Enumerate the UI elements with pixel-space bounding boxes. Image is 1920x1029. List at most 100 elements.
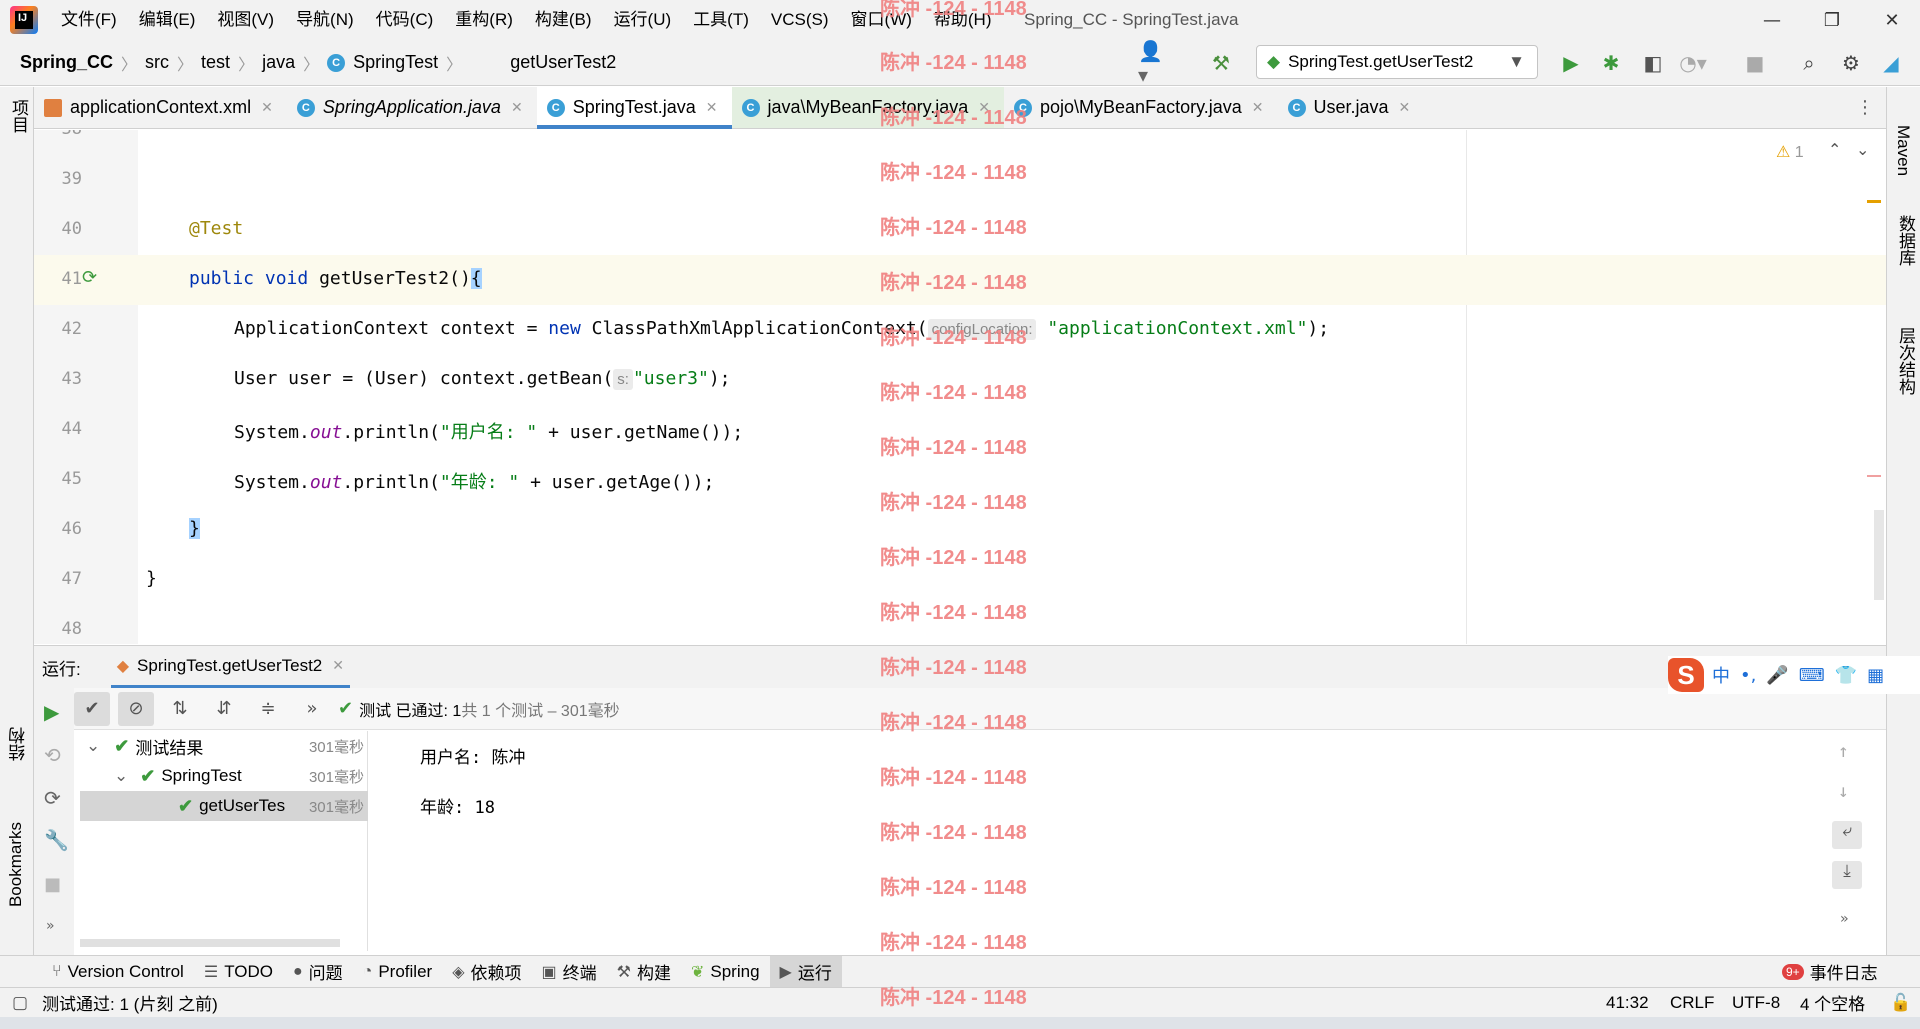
show-ignored-button[interactable]: ⊘: [118, 691, 154, 726]
console-output[interactable]: 用户名: 陈冲 年龄: 18 ↑ ↓ ⤶ ⤓ »: [380, 731, 1880, 951]
coverage-icon[interactable]: ◧: [1640, 50, 1666, 76]
run-configuration-select[interactable]: ◆ SpringTest.getUserTest2 ▼: [1256, 45, 1538, 79]
run-tab[interactable]: ◆ SpringTest.getUserTest2 ✕: [110, 646, 350, 688]
breadcrumb-src[interactable]: src: [145, 52, 169, 73]
version-control-button[interactable]: ⑂ Version Control: [42, 956, 194, 988]
menu-run[interactable]: 运行(U): [603, 0, 683, 40]
menu-view[interactable]: 视图(V): [206, 0, 285, 40]
scroll-to-end-icon[interactable]: ⤓: [1832, 861, 1862, 889]
ime-mode[interactable]: 中: [1712, 662, 1730, 688]
profiler-button[interactable]: ◔ Profiler: [353, 956, 443, 988]
editor-scrollbar[interactable]: [1874, 510, 1884, 600]
close-icon[interactable]: ✕: [332, 658, 344, 674]
file-encoding[interactable]: UTF-8: [1732, 993, 1780, 1013]
more-tabs-icon[interactable]: ⋮: [1856, 97, 1874, 118]
event-log-button[interactable]: 9+ 事件日志: [1772, 956, 1888, 988]
terminal-button[interactable]: ▣ 终端: [532, 956, 607, 988]
tree-scrollbar[interactable]: [80, 939, 340, 947]
expand-all-button[interactable]: ≑: [250, 692, 286, 726]
indent-setting[interactable]: 4 个空格: [1800, 990, 1865, 1015]
plugin-icon[interactable]: ◢: [1878, 50, 1904, 76]
warning-stripe-marker[interactable]: [1867, 200, 1881, 203]
build-button[interactable]: ⚒ 构建: [607, 956, 681, 988]
sort-alpha-button[interactable]: ⇅: [162, 692, 198, 726]
close-window-button[interactable]: ✕: [1868, 0, 1916, 40]
project-tool-button[interactable]: 项目: [6, 99, 31, 133]
profile-icon[interactable]: ◔▾: [1679, 50, 1707, 76]
debug-icon[interactable]: ✱: [1598, 50, 1624, 76]
tab-applicationcontext-xml[interactable]: applicationContext.xml ✕: [34, 87, 287, 128]
sort-duration-button[interactable]: ⇵: [206, 692, 242, 726]
stop-icon[interactable]: ■: [1742, 50, 1768, 76]
soft-wrap-icon[interactable]: ⤶: [1832, 821, 1862, 849]
apps-icon[interactable]: ▦: [1867, 665, 1884, 686]
tab-springtest[interactable]: C SpringTest.java ✕: [536, 87, 732, 129]
menu-navigate[interactable]: 导航(N): [285, 0, 365, 40]
tab-pojo-mybeanfactory[interactable]: C pojo\MyBeanFactory.java ✕: [1004, 87, 1278, 128]
restore-button[interactable]: ❐: [1808, 0, 1856, 40]
tree-item-getusertest2[interactable]: ✔ getUserTes 301毫秒: [80, 791, 368, 821]
menu-code[interactable]: 代码(C): [365, 0, 445, 40]
tree-item-springtest[interactable]: ⌄ ✔ SpringTest 301毫秒: [80, 761, 368, 791]
menu-refactor[interactable]: 重构(R): [444, 0, 524, 40]
ime-toolbar[interactable]: S 中 •, 🎤 ⌨ 👕 ▦: [1668, 656, 1920, 694]
breadcrumb-method[interactable]: getUserTest2: [510, 52, 616, 73]
close-icon[interactable]: ✕: [1399, 99, 1411, 116]
keyboard-icon[interactable]: ⌨: [1799, 665, 1825, 686]
wrench-icon[interactable]: 🔧: [44, 828, 69, 852]
microphone-icon[interactable]: 🎤: [1766, 665, 1788, 686]
todo-button[interactable]: ☰ TODO: [194, 956, 283, 988]
status-message[interactable]: 测试通过: 1 (片刻 之前): [42, 990, 218, 1015]
close-icon[interactable]: ✕: [261, 99, 273, 116]
menu-build[interactable]: 构建(B): [524, 0, 603, 40]
structure-tool-button[interactable]: 结构: [6, 727, 31, 761]
bookmarks-tool-button[interactable]: Bookmarks: [6, 822, 26, 907]
run-icon[interactable]: ▶: [1558, 50, 1584, 76]
error-stripe-marker[interactable]: [1867, 475, 1881, 477]
stop-icon[interactable]: ■: [44, 874, 61, 895]
toggle-auto-test-icon[interactable]: ⟳: [44, 786, 61, 810]
run-test-gutter-icon[interactable]: ⟳: [82, 267, 97, 288]
close-icon[interactable]: ✕: [706, 99, 718, 116]
more-icon[interactable]: »: [46, 918, 55, 934]
hierarchy-tool-button[interactable]: 层次结构: [1893, 327, 1918, 395]
line-separator[interactable]: CRLF: [1670, 993, 1714, 1013]
arrow-down-icon[interactable]: ↓: [1838, 781, 1849, 802]
rerun-failed-icon[interactable]: ⟲: [44, 743, 61, 767]
run-tool-button[interactable]: ▶ 运行: [769, 955, 842, 988]
lock-icon[interactable]: 🔓: [1890, 993, 1911, 1013]
close-icon[interactable]: ✕: [1252, 99, 1264, 116]
build-hammer-icon[interactable]: ⚒: [1208, 50, 1234, 76]
breadcrumb-project[interactable]: Spring_CC: [20, 52, 113, 73]
dependencies-button[interactable]: ◈ 依赖项: [442, 956, 531, 988]
tab-springapplication[interactable]: C SpringApplication.java ✕: [287, 87, 537, 128]
more-icon[interactable]: »: [1840, 911, 1848, 927]
tree-item-results[interactable]: ⌄ ✔ 测试结果 301毫秒: [80, 731, 368, 761]
gear-icon[interactable]: ⚙: [1838, 50, 1864, 76]
spring-button[interactable]: ❦ Spring: [681, 956, 770, 988]
rerun-icon[interactable]: ▶: [44, 700, 59, 724]
menu-edit[interactable]: 编辑(E): [128, 0, 207, 40]
skin-icon[interactable]: 👕: [1835, 665, 1857, 686]
close-icon[interactable]: ✕: [511, 99, 523, 116]
menu-file[interactable]: 文件(F): [50, 0, 128, 40]
menu-tools[interactable]: 工具(T): [682, 0, 760, 40]
arrow-up-icon[interactable]: ↑: [1838, 741, 1849, 762]
search-icon[interactable]: ⌕: [1796, 50, 1822, 76]
breadcrumb-java[interactable]: java: [262, 52, 295, 73]
database-tool-button[interactable]: 数据库: [1893, 215, 1918, 266]
more-icon[interactable]: »: [294, 692, 330, 726]
problems-button[interactable]: ● 问题: [283, 956, 353, 988]
account-icon[interactable]: 👤▾: [1138, 39, 1164, 87]
minimize-button[interactable]: —: [1748, 0, 1796, 40]
maven-tool-button[interactable]: Maven: [1893, 125, 1913, 176]
ime-punctuation[interactable]: •,: [1740, 665, 1756, 686]
breadcrumb-springtest[interactable]: SpringTest: [353, 52, 438, 73]
tool-windows-toggle-icon[interactable]: ▢: [12, 993, 28, 1013]
caret-position[interactable]: 41:32: [1606, 993, 1649, 1013]
breadcrumb-test[interactable]: test: [201, 52, 230, 73]
show-passed-button[interactable]: ✔: [74, 691, 110, 726]
code-text: System.: [234, 472, 310, 493]
tab-user[interactable]: C User.java ✕: [1278, 87, 1425, 128]
menu-vcs[interactable]: VCS(S): [760, 0, 840, 40]
